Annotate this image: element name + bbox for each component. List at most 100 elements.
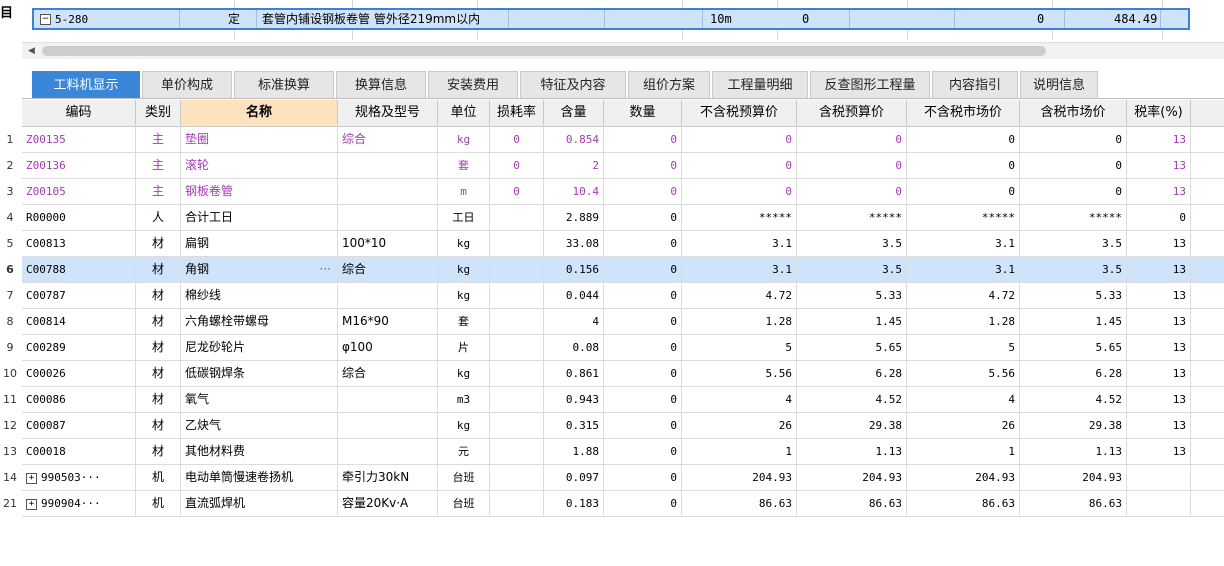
cell-market-price-tax[interactable]: 204.93 [1020, 465, 1127, 490]
cell-loss-rate[interactable] [490, 413, 544, 438]
cell-budget-price-tax[interactable]: 3.5 [797, 231, 907, 256]
cell-budget-price-tax[interactable]: 86.63 [797, 491, 907, 516]
table-row[interactable]: 6 C00788 材 角钢 ··· 综合 kg 0.156 0 3.1 3.5 3.1 3.5 13 [6, 257, 1224, 283]
cell-code[interactable]: Z00105 [22, 179, 136, 204]
cell-code[interactable]: Z00135 [22, 127, 136, 152]
cell-unit[interactable]: 套 [438, 153, 490, 178]
cell-market-price[interactable]: 0 [907, 153, 1020, 178]
cell-loss-rate[interactable] [490, 439, 544, 464]
cell-name[interactable]: 乙炔气 [181, 413, 338, 438]
cell-quantity[interactable]: 0 [604, 309, 682, 334]
scroll-left-arrow-icon[interactable]: ◀ [28, 46, 35, 56]
cell-quantity[interactable]: 0 [604, 153, 682, 178]
cell-market-price-tax[interactable]: 4.52 [1020, 387, 1127, 412]
tab-standard-conversion[interactable]: 标准换算 [234, 71, 334, 98]
collapse-icon[interactable]: − [40, 14, 51, 25]
cell-unit[interactable]: kg [438, 413, 490, 438]
tab-pricing-scheme[interactable]: 组价方案 [628, 71, 710, 98]
cell-budget-price[interactable]: 4.72 [682, 283, 797, 308]
tab-unit-price[interactable]: 单价构成 [142, 71, 232, 98]
table-row[interactable]: 2 Z00136 主 滚轮 套 0 2 0 0 0 0 0 13 [7, 153, 1224, 179]
cell-market-price-tax[interactable]: 1.13 [1020, 439, 1127, 464]
cell-content[interactable]: 33.08 [544, 231, 604, 256]
cell-content[interactable]: 0.044 [544, 283, 604, 308]
cell-unit[interactable]: 套 [438, 309, 490, 334]
tab-reverse-graph[interactable]: 反查图形工程量 [810, 71, 930, 98]
cell-content[interactable]: 0.097 [544, 465, 604, 490]
selected-quota-row[interactable]: −5-280 定 套管内铺设钢板卷管 管外径219mm以内 10m 0 0 48… [32, 8, 1190, 30]
cell-unit[interactable]: 片 [438, 335, 490, 360]
cell-market-price-tax[interactable]: 5.65 [1020, 335, 1127, 360]
cell-name[interactable]: 合计工日 [181, 205, 338, 230]
cell-content[interactable]: 0.861 [544, 361, 604, 386]
column-header-code[interactable]: 编码 [22, 100, 136, 125]
table-row[interactable]: 12 C00087 材 乙炔气 kg 0.315 0 26 29.38 26 29.38 13 [3, 413, 1224, 439]
cell-quantity[interactable]: 0 [604, 439, 682, 464]
cell-budget-price[interactable]: 3.1 [682, 257, 797, 282]
tab-conversion-info[interactable]: 换算信息 [336, 71, 426, 98]
cell-spec[interactable]: 综合 [338, 361, 438, 386]
cell-tax-rate[interactable]: 13 [1127, 257, 1191, 282]
cell-content[interactable]: 0.08 [544, 335, 604, 360]
table-row[interactable]: 9 C00289 材 尼龙砂轮片 φ100 片 0.08 0 5 5.65 5 5.65 13 [7, 335, 1224, 361]
cell-name[interactable]: 氧气 [181, 387, 338, 412]
cell-budget-price[interactable]: 1.28 [682, 309, 797, 334]
cell-loss-rate[interactable] [490, 205, 544, 230]
cell-spec[interactable]: 牵引力30kN [338, 465, 438, 490]
cell-category[interactable]: 材 [136, 283, 181, 308]
cell-category[interactable]: 机 [136, 465, 181, 490]
cell-content[interactable]: 0.156 [544, 257, 604, 282]
cell-spec[interactable] [338, 283, 438, 308]
cell-loss-rate[interactable]: 0 [490, 153, 544, 178]
cell-loss-rate[interactable]: 0 [490, 127, 544, 152]
cell-unit[interactable]: kg [438, 361, 490, 386]
cell-market-price-tax[interactable]: 1.45 [1020, 309, 1127, 334]
cell-name[interactable]: 尼龙砂轮片 [181, 335, 338, 360]
cell-name[interactable]: 角钢 ··· [181, 257, 338, 282]
cell-market-price[interactable]: 0 [907, 179, 1020, 204]
cell-loss-rate[interactable] [490, 335, 544, 360]
cell-category[interactable]: 材 [136, 231, 181, 256]
tab-materials-display[interactable]: 工料机显示 [32, 71, 140, 98]
cell-quantity[interactable]: 0 [604, 231, 682, 256]
cell-budget-price-tax[interactable]: 0 [797, 127, 907, 152]
cell-name[interactable]: 低碳钢焊条 [181, 361, 338, 386]
cell-unit[interactable]: kg [438, 127, 490, 152]
cell-market-price[interactable]: 5.56 [907, 361, 1020, 386]
cell-market-price[interactable]: 1.28 [907, 309, 1020, 334]
tab-notes[interactable]: 说明信息 [1020, 71, 1098, 98]
scrollbar-thumb[interactable] [42, 46, 1046, 56]
cell-loss-rate[interactable] [490, 283, 544, 308]
column-header-category[interactable]: 类别 [136, 100, 181, 125]
cell-category[interactable]: 人 [136, 205, 181, 230]
cell-spec[interactable] [338, 179, 438, 204]
table-row[interactable]: 3 Z00105 主 钢板卷管 m 0 10.4 0 0 0 0 0 13 [7, 179, 1224, 205]
cell-quantity[interactable]: 0 [604, 387, 682, 412]
cell-quantity[interactable]: 0 [604, 465, 682, 490]
cell-tax-rate[interactable]: 13 [1127, 179, 1191, 204]
cell-unit[interactable]: m3 [438, 387, 490, 412]
cell-spec[interactable]: M16*90 [338, 309, 438, 334]
horizontal-scrollbar[interactable]: ◀ [22, 42, 1224, 59]
cell-market-price-tax[interactable]: 0 [1020, 127, 1127, 152]
cell-unit[interactable]: kg [438, 257, 490, 282]
table-row[interactable]: 4 R00000 人 合计工日 工日 2.889 0 ***** ***** ***** *****… [7, 205, 1224, 231]
cell-spec[interactable] [338, 205, 438, 230]
cell-budget-price[interactable]: 0 [682, 153, 797, 178]
cell-budget-price-tax[interactable]: 6.28 [797, 361, 907, 386]
cell-tax-rate[interactable]: 13 [1127, 413, 1191, 438]
cell-tax-rate[interactable]: 13 [1127, 127, 1191, 152]
cell-market-price[interactable]: ***** [907, 205, 1020, 230]
cell-content[interactable]: 10.4 [544, 179, 604, 204]
cell-market-price[interactable]: 3.1 [907, 257, 1020, 282]
cell-quantity[interactable]: 0 [604, 491, 682, 516]
column-header-tax-rate[interactable]: 税率(%) [1127, 100, 1191, 125]
tab-features[interactable]: 特征及内容 [520, 71, 626, 98]
cell-name[interactable]: 电动单筒慢速卷扬机 [181, 465, 338, 490]
cell-code[interactable]: C00086 [22, 387, 136, 412]
cell-budget-price[interactable]: 3.1 [682, 231, 797, 256]
cell-loss-rate[interactable] [490, 309, 544, 334]
expand-icon[interactable]: + [26, 498, 37, 510]
cell-code[interactable]: Z00136 [22, 153, 136, 178]
cell-spec[interactable] [338, 439, 438, 464]
